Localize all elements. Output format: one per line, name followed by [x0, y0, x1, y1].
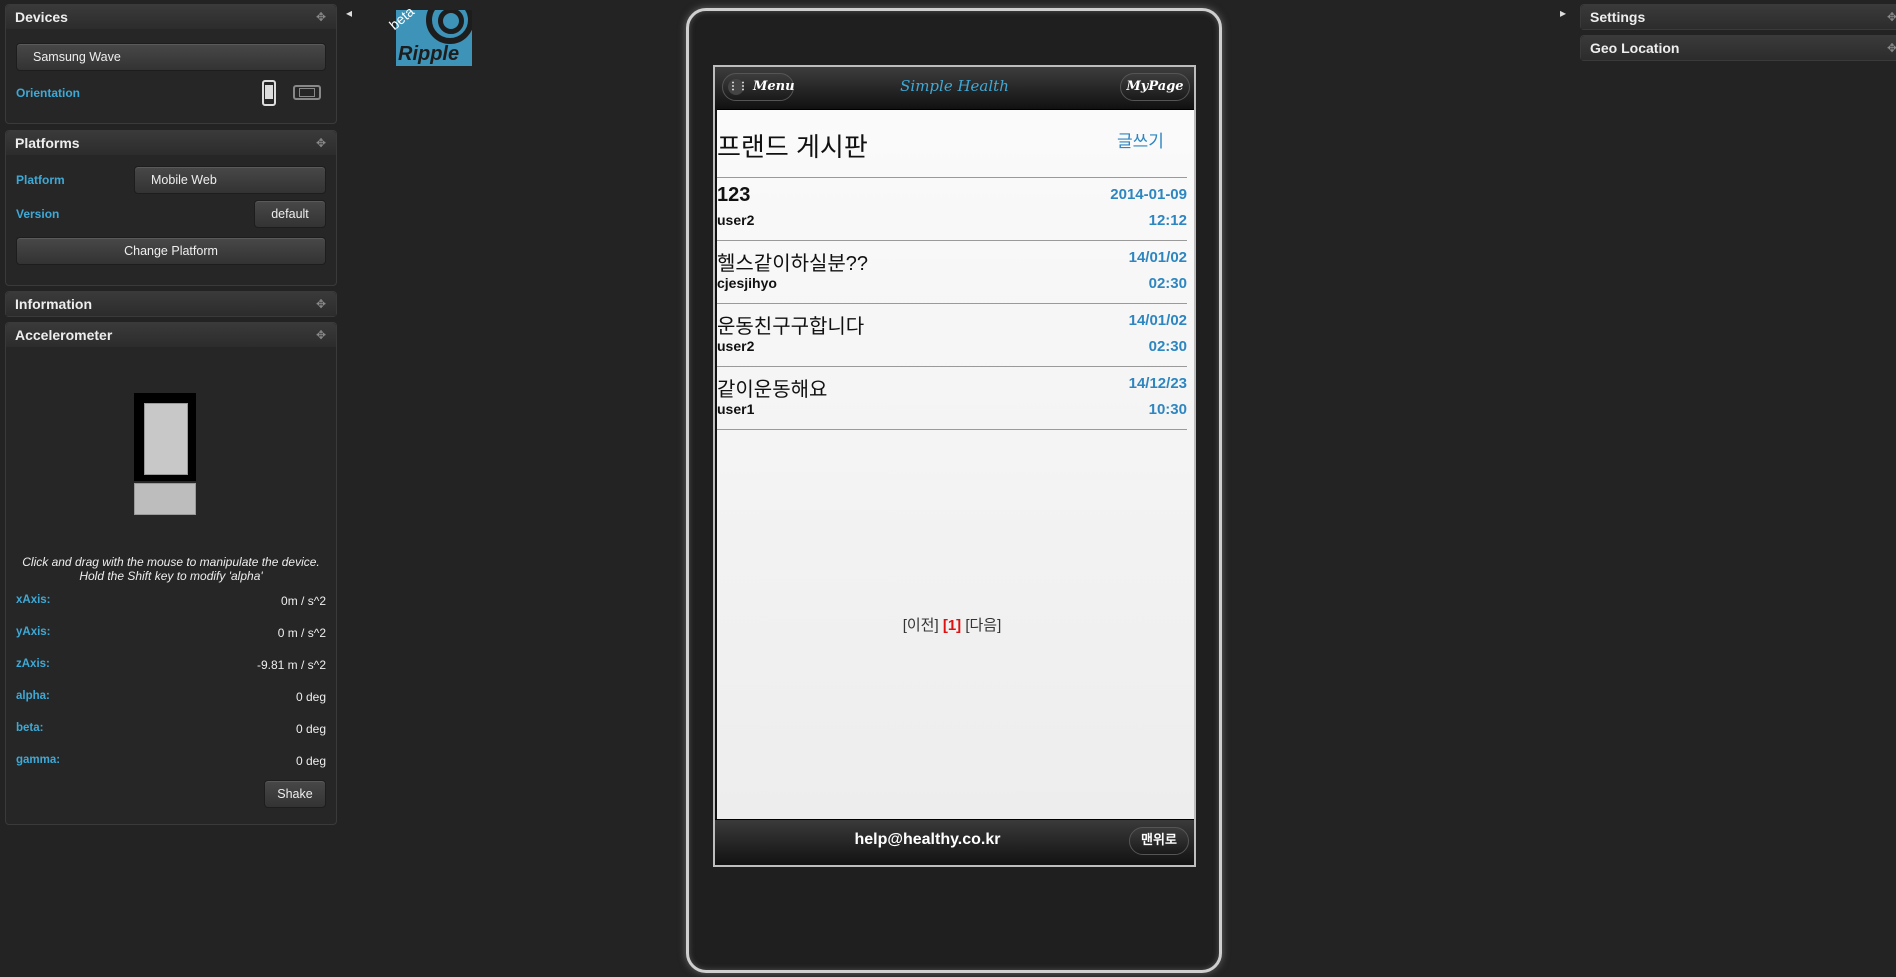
expand-icon[interactable]: ✥: [316, 292, 326, 316]
current-page: [1]: [942, 617, 962, 634]
post-time: 10:30: [1148, 401, 1187, 418]
zaxis-label: zAxis:: [16, 658, 50, 670]
landscape-icon[interactable]: [293, 85, 321, 100]
board-title: 프랜드 게시판: [717, 132, 868, 162]
pagination: [이전] [1] [다음]: [717, 614, 1187, 635]
post-row[interactable]: 헬스같이하실분?? cjesjihyo 14/01/02 02:30: [717, 241, 1187, 304]
platforms-title: Platforms: [15, 135, 80, 151]
devices-title: Devices: [15, 9, 68, 25]
orientation-label: Orientation: [16, 86, 81, 100]
device-3d-model[interactable]: [134, 393, 196, 515]
post-title: 운동친구구합니다: [717, 316, 865, 338]
post-date: 14/01/02: [1128, 249, 1187, 266]
page-content: 프랜드 게시판 글쓰기 123 user2 2014-01-09 12:12 헬…: [715, 109, 1194, 822]
post-title: 같이운동해요: [717, 379, 828, 401]
post-time: 02:30: [1148, 275, 1187, 292]
information-header[interactable]: Information ✥: [6, 292, 336, 316]
post-row[interactable]: 같이운동해요 user1 14/12/23 10:30: [717, 367, 1187, 430]
settings-title: Settings: [1590, 9, 1646, 25]
device-select[interactable]: Samsung Wave: [16, 43, 326, 71]
post-row[interactable]: 운동친구구합니다 user2 14/01/02 02:30: [717, 304, 1187, 367]
expand-icon[interactable]: ✥: [316, 323, 326, 347]
platforms-panel: Platforms ✥ Platform Mobile Web Version …: [5, 130, 337, 286]
devices-panel: Devices ✥ Samsung Wave Orientation: [5, 4, 337, 124]
post-title: 123: [717, 184, 751, 206]
devices-header[interactable]: Devices ✥: [6, 5, 336, 29]
version-label: Version: [16, 207, 60, 221]
xaxis-value: 0m / s^2: [281, 594, 326, 608]
post-time: 12:12: [1148, 212, 1187, 229]
phone-screen: ⋮⋮ Menu Simple Health MyPage 프랜드 게시판 글쓰기…: [713, 65, 1196, 867]
yaxis-value: 0 m / s^2: [277, 626, 326, 640]
xaxis-label: xAxis:: [16, 594, 51, 606]
collapse-left-arrow-icon[interactable]: ◂: [346, 6, 352, 20]
accelerometer-hint: Click and drag with the mouse to manipul…: [22, 555, 320, 583]
post-author: user2: [717, 338, 755, 354]
post-row[interactable]: 123 user2 2014-01-09 12:12: [717, 178, 1187, 241]
collapse-right-arrow-icon[interactable]: ▸: [1560, 6, 1566, 20]
post-date: 2014-01-09: [1110, 186, 1187, 203]
platform-label: Platform: [16, 173, 65, 187]
zaxis-value: -9.81 m / s^2: [257, 658, 326, 672]
prev-page-link[interactable]: [이전]: [903, 617, 939, 634]
yaxis-label: yAxis:: [16, 626, 51, 638]
expand-icon[interactable]: ✥: [1887, 36, 1896, 60]
post-author: user1: [717, 401, 755, 417]
ripple-logo-text: Ripple: [398, 43, 460, 65]
settings-panel: Settings ✥: [1580, 4, 1896, 30]
mypage-button[interactable]: MyPage: [1120, 73, 1190, 101]
accelerometer-title: Accelerometer: [15, 327, 113, 343]
geo-location-panel: Geo Location ✥: [1580, 35, 1896, 61]
write-link[interactable]: 글쓰기: [1117, 127, 1164, 152]
post-author: user2: [717, 212, 755, 228]
platform-select[interactable]: Mobile Web: [134, 166, 326, 194]
gamma-value: 0 deg: [295, 754, 326, 768]
shake-button[interactable]: Shake: [264, 780, 326, 808]
geo-location-header[interactable]: Geo Location ✥: [1581, 36, 1896, 60]
next-page-link[interactable]: [다음]: [965, 617, 1001, 634]
alpha-value: 0 deg: [295, 690, 326, 704]
app-header: ⋮⋮ Menu Simple Health MyPage: [715, 67, 1194, 110]
beta-value: 0 deg: [295, 722, 326, 736]
post-date: 14/01/02: [1128, 312, 1187, 329]
alpha-label: alpha:: [16, 690, 50, 702]
expand-icon[interactable]: ✥: [316, 5, 326, 29]
post-date: 14/12/23: [1128, 375, 1187, 392]
post-author: cjesjihyo: [717, 275, 777, 291]
geo-location-title: Geo Location: [1590, 40, 1680, 56]
portrait-icon[interactable]: [262, 80, 276, 106]
settings-header[interactable]: Settings ✥: [1581, 5, 1896, 29]
post-time: 02:30: [1148, 338, 1187, 355]
footer-email: help@healthy.co.kr: [854, 831, 1001, 848]
platforms-header[interactable]: Platforms ✥: [6, 131, 336, 155]
version-select[interactable]: default: [254, 200, 326, 228]
change-platform-button[interactable]: Change Platform: [16, 237, 326, 265]
beta-label: beta:: [16, 722, 44, 734]
accelerometer-panel: Accelerometer ✥ Click and drag with the …: [5, 322, 337, 825]
expand-icon[interactable]: ✥: [1887, 5, 1896, 29]
gamma-label: gamma:: [16, 754, 61, 766]
post-title: 헬스같이하실분??: [717, 253, 869, 275]
information-title: Information: [15, 296, 92, 312]
expand-icon[interactable]: ✥: [316, 131, 326, 155]
scroll-top-button[interactable]: 맨위로: [1129, 827, 1189, 855]
information-panel: Information ✥: [5, 291, 337, 317]
accelerometer-header[interactable]: Accelerometer ✥: [6, 323, 336, 347]
app-footer: help@healthy.co.kr 맨위로: [715, 819, 1194, 865]
